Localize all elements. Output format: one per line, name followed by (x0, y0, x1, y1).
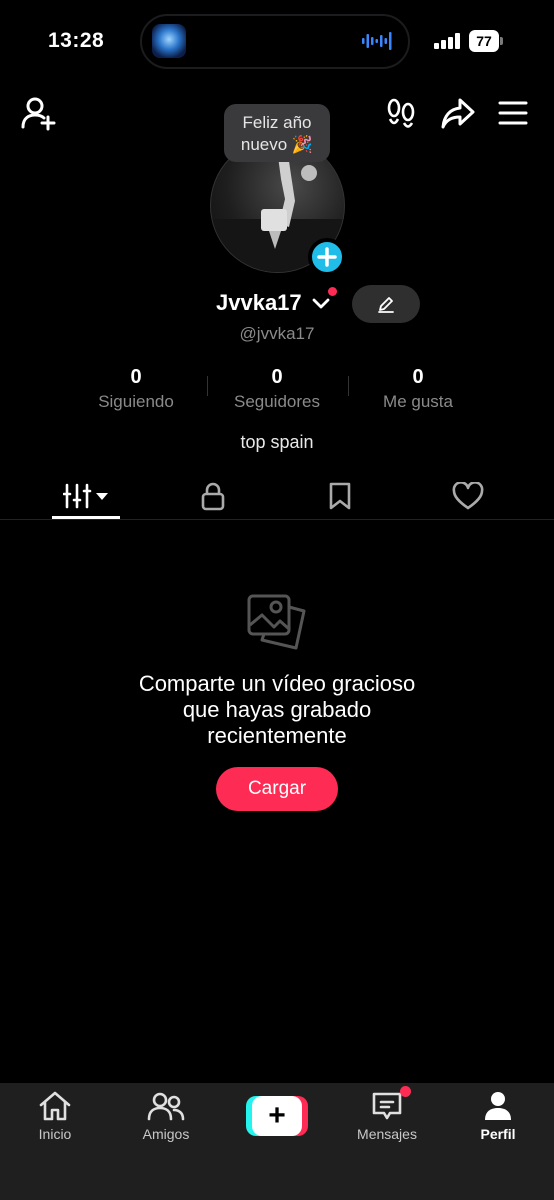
empty-state-line-1: Comparte un vídeo gracioso (138, 671, 416, 696)
create-icon: + (252, 1096, 302, 1136)
profile-icon (485, 1092, 511, 1120)
notification-dot (328, 287, 337, 296)
pencil-icon (378, 297, 394, 313)
inbox-notification-dot (400, 1086, 411, 1097)
stat-likes[interactable]: 0 Me gusta (348, 364, 488, 412)
friends-icon (147, 1092, 185, 1121)
live-activity-app-icon[interactable] (152, 24, 186, 58)
stat-followers[interactable]: 0 Seguidores (207, 364, 347, 412)
battery-level: 77 (469, 30, 499, 52)
videos-grid-icon (63, 483, 108, 509)
share-icon[interactable] (440, 96, 476, 130)
battery-tip (500, 37, 503, 45)
footprints-icon[interactable] (385, 97, 417, 129)
profile-handle: @jvvka17 (239, 324, 315, 343)
nav-inbox-label: Mensajes (357, 1126, 417, 1142)
nav-profile-label: Perfil (480, 1126, 516, 1142)
photos-icon (247, 594, 306, 650)
audio-wave-icon (362, 32, 392, 50)
profile-note-bubble[interactable]: Feliz año nuevo 🎉 (224, 104, 330, 162)
add-story-button[interactable] (308, 238, 346, 276)
bookmark-icon (329, 482, 351, 510)
plus-icon (317, 247, 337, 267)
stat-followers-value: 0 (271, 366, 283, 388)
tabs-divider (0, 519, 554, 520)
stat-followers-label: Seguidores (233, 392, 320, 411)
nav-home[interactable]: Inicio (0, 1090, 110, 1142)
nav-friends[interactable]: Amigos (111, 1090, 221, 1142)
heart-icon (452, 482, 484, 510)
empty-state-message: Comparte un vídeo gracioso que hayas gra… (0, 671, 554, 749)
nav-friends-label: Amigos (142, 1126, 190, 1142)
empty-state-line-2: que hayas grabado (182, 697, 372, 722)
home-icon (39, 1091, 71, 1121)
edit-profile-button[interactable] (352, 285, 420, 323)
menu-icon[interactable] (498, 100, 528, 126)
nav-home-label: Inicio (38, 1126, 72, 1142)
create-button[interactable]: + (246, 1096, 308, 1136)
upload-button[interactable]: Cargar (216, 767, 338, 811)
stat-following[interactable]: 0 Siguiendo (66, 364, 206, 412)
tab-videos[interactable] (51, 476, 121, 516)
tab-liked[interactable] (433, 476, 503, 516)
profile-username[interactable]: Jvvka17 (216, 290, 302, 316)
inbox-icon (372, 1092, 402, 1120)
nav-inbox[interactable]: Mensajes (332, 1090, 442, 1142)
stat-likes-label: Me gusta (383, 392, 453, 411)
stat-likes-value: 0 (412, 366, 424, 388)
add-friend-icon[interactable] (20, 96, 58, 132)
stat-following-label: Siguiendo (98, 392, 174, 411)
tab-saved[interactable] (305, 476, 375, 516)
status-time: 13:28 (48, 29, 105, 52)
nav-profile[interactable]: Perfil (443, 1090, 553, 1142)
profile-bio: top spain (240, 432, 314, 452)
chevron-down-icon[interactable] (312, 296, 330, 310)
stat-following-value: 0 (130, 366, 142, 388)
tab-private[interactable] (178, 476, 248, 516)
lock-icon (201, 482, 225, 511)
cellular-signal-icon (434, 33, 460, 49)
empty-state-line-3: recientemente (207, 723, 347, 748)
